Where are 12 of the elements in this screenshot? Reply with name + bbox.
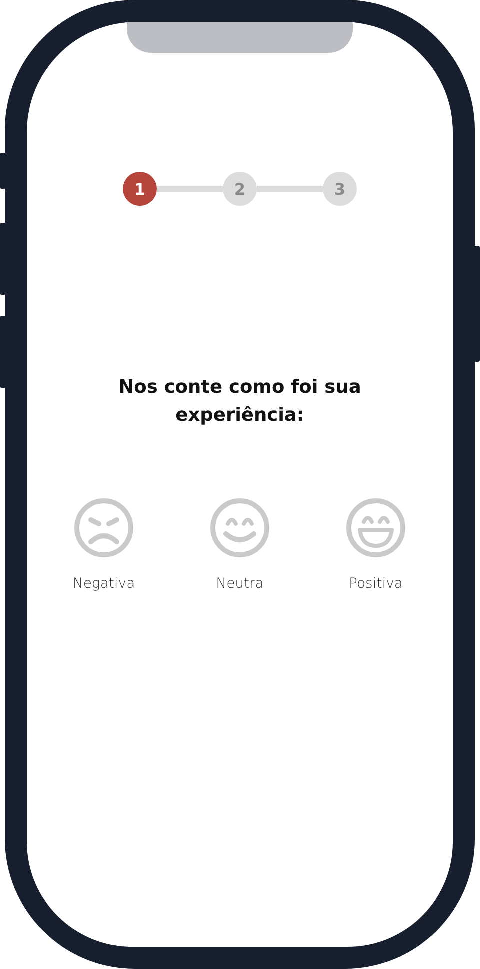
step-indicator: 1: [123, 172, 157, 206]
angry-face-icon: [74, 498, 134, 558]
smiling-face-icon: [210, 498, 270, 558]
option-label: Positiva: [349, 576, 403, 592]
laughing-face-icon: [346, 498, 406, 558]
step-connector: [157, 186, 223, 192]
question-title: Nos conte como foi sua experiência:: [118, 376, 362, 428]
step-indicator: 2: [223, 172, 257, 206]
option-label: Neutra: [216, 576, 264, 592]
step-connector: [257, 186, 323, 192]
step-indicator: 3: [323, 172, 357, 206]
option-label: Negativa: [72, 576, 136, 592]
